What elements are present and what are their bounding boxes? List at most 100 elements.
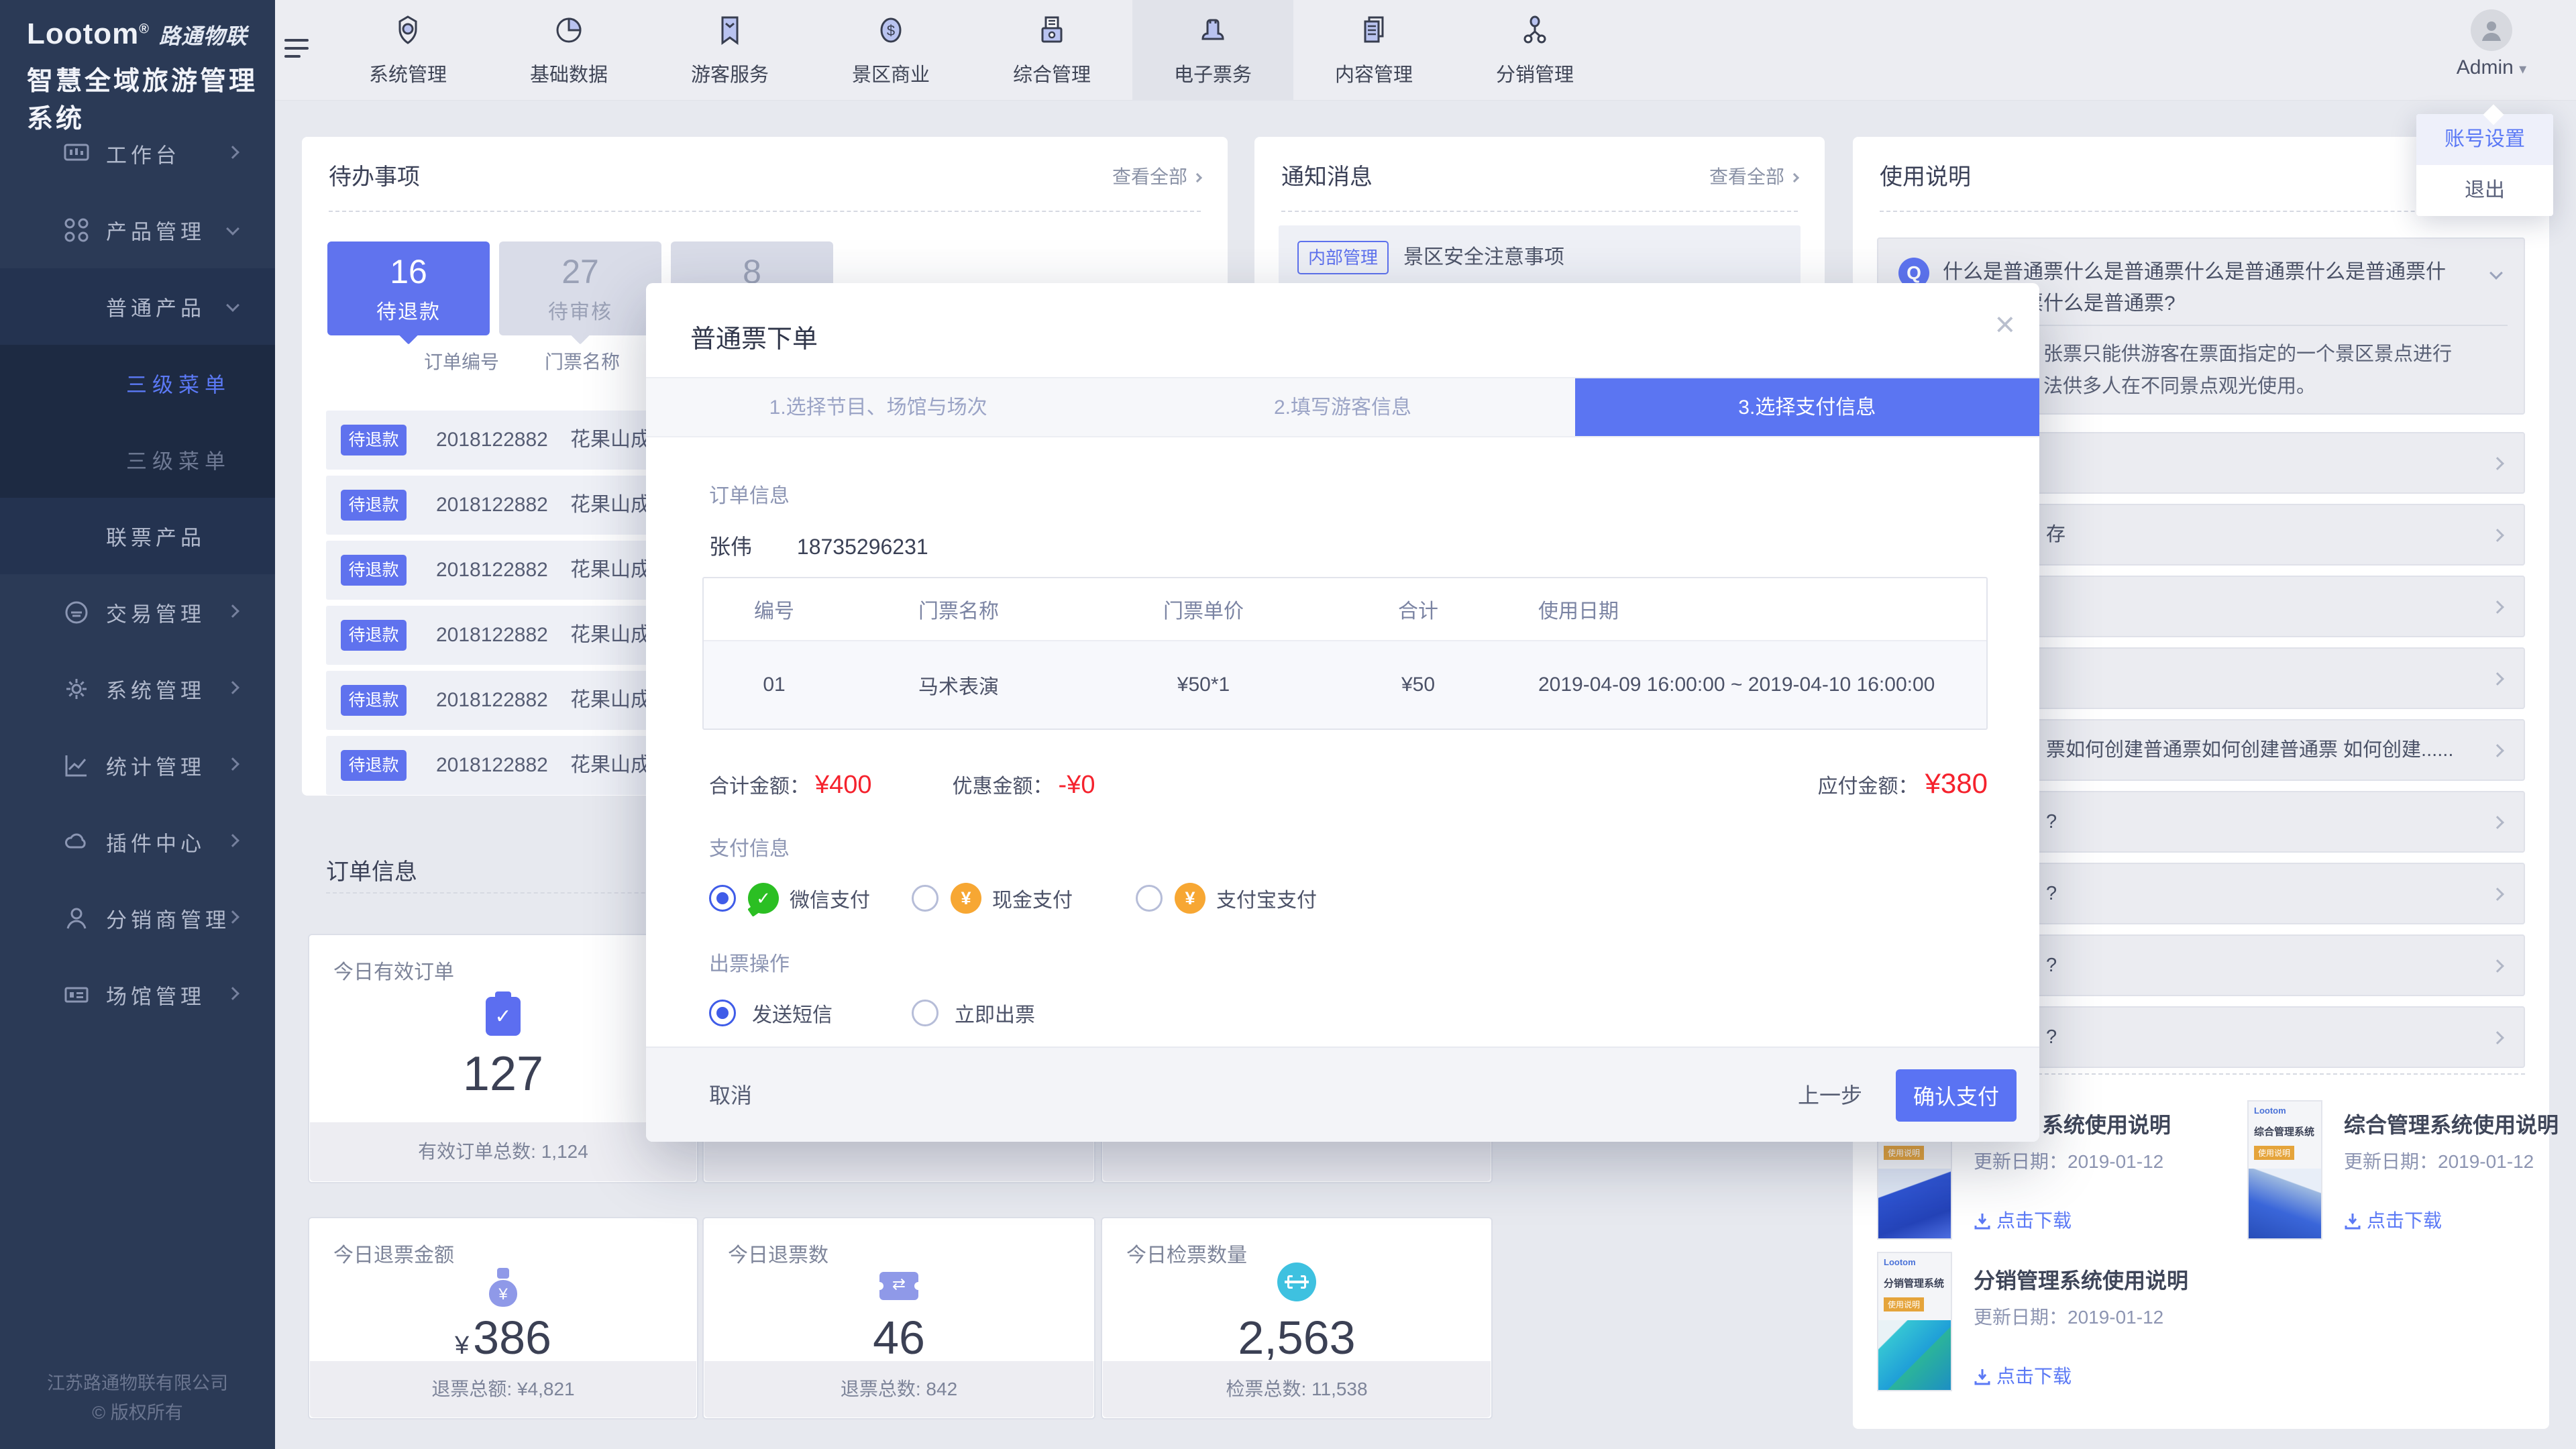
contact-name: 张伟 <box>709 535 752 559</box>
top-nav-visitor-service[interactable]: 游客服务 <box>649 0 810 101</box>
top-nav: 系统管理 基础数据 游客服务 $ 景区商业 综合管理 电子票务 <box>327 0 1615 101</box>
sidebar-item-combo-product[interactable]: 联票产品 <box>0 498 275 574</box>
download-link[interactable]: 点击下载 <box>1974 1362 2072 1389</box>
stat-title: 今日有效订单 <box>333 955 454 985</box>
step-2[interactable]: 2.填写游客信息 <box>1110 378 1574 436</box>
sidebar-item-label: 插件中心 <box>106 827 205 857</box>
manual-cover-thumbnail: Lootom 综合管理系统 使用说明 <box>2247 1100 2322 1240</box>
table-header-row: 编号 门票名称 门票单价 合计 使用日期 <box>704 578 1986 641</box>
top-nav-base-data[interactable]: 基础数据 <box>488 0 649 101</box>
sidebar-item-label: 联票产品 <box>106 521 205 551</box>
coin-circle-icon <box>63 599 90 626</box>
topbar: 系统管理 基础数据 游客服务 $ 景区商业 综合管理 电子票务 <box>275 0 2576 101</box>
chevron-down-icon <box>2489 266 2503 280</box>
chevron-right-icon <box>1193 173 1202 182</box>
top-nav-distribution[interactable]: 分销管理 <box>1454 0 1615 101</box>
chevron-right-icon <box>226 604 239 618</box>
radio-unselected[interactable] <box>1136 885 1163 912</box>
stat-card-check-count: 今日检票数量 2,563 检票总数: 11,538 <box>1101 1217 1493 1419</box>
todo-view-all[interactable]: 查看全部 <box>1112 162 1201 189</box>
chevron-right-icon <box>2491 529 2504 542</box>
order-modal: 普通票下单 × 1.选择节目、场馆与场次 2.填写游客信息 3.选择支付信息 订… <box>646 283 2039 1142</box>
tab-label: 待退款 <box>327 295 490 325</box>
cell-total: ¥50 <box>1334 674 1502 696</box>
cover-illustration <box>1878 1320 1951 1390</box>
step-3-active[interactable]: 3.选择支付信息 <box>1575 378 2039 436</box>
todo-tab-review[interactable]: 27 待审核 <box>499 241 661 335</box>
cancel-button[interactable]: 取消 <box>709 1048 752 1143</box>
menu-item-logout[interactable]: 退出 <box>2416 165 2553 216</box>
notice-text: 景区安全注意事项 <box>1403 225 1564 290</box>
admin-account[interactable]: Admin ▾ <box>2445 0 2538 101</box>
notice-view-all[interactable]: 查看全部 <box>1709 162 1798 189</box>
pay-option-alipay[interactable]: ¥ 支付宝支付 <box>1136 883 1317 914</box>
sidebar-item-level3-active[interactable]: 三级菜单 <box>0 345 275 421</box>
radio-selected[interactable] <box>709 1000 736 1026</box>
pay-option-label: 现金支付 <box>992 883 1073 913</box>
label-payable: 应付金额： <box>1818 769 1919 799</box>
sidebar-item-venues[interactable]: 场馆管理 <box>0 957 275 1033</box>
view-all-label: 查看全部 <box>1709 166 1784 187</box>
sidebar-item-products[interactable]: 产品管理 <box>0 192 275 268</box>
collapse-menu-icon[interactable] <box>284 39 309 62</box>
radio-unselected[interactable] <box>912 885 938 912</box>
chevron-down-icon <box>226 222 239 235</box>
sidebar-item-level3[interactable]: 三级菜单 <box>0 421 275 498</box>
prev-step-button[interactable]: 上一步 <box>1798 1048 1862 1143</box>
notice-tag: 内部管理 <box>1297 241 1389 274</box>
top-nav-system[interactable]: 系统管理 <box>327 0 488 101</box>
radio-selected[interactable] <box>709 885 736 912</box>
sidebar-item-workbench[interactable]: 工作台 <box>0 115 275 192</box>
monitor-icon <box>63 140 90 167</box>
radio-unselected[interactable] <box>912 1000 938 1026</box>
issue-options: 发送短信 立即出票 <box>646 998 2039 1032</box>
issue-option-sms[interactable]: 发送短信 <box>709 998 833 1028</box>
chevron-right-icon <box>226 146 239 159</box>
sidebar-item-plugins[interactable]: 插件中心 <box>0 804 275 880</box>
stat-footer: 检票总数: 11,538 <box>1103 1361 1491 1417</box>
person-icon <box>63 905 90 932</box>
top-nav-eticketing[interactable]: 电子票务 <box>1132 0 1293 101</box>
todo-tab-refund[interactable]: 16 待退款 <box>327 241 490 335</box>
download-link[interactable]: 点击下载 <box>1974 1206 2072 1233</box>
top-nav-label: 综合管理 <box>971 59 1132 87</box>
sidebar-item-stats[interactable]: 统计管理 <box>0 727 275 804</box>
sidebar-item-label: 普通产品 <box>106 292 205 322</box>
sidebar-item-distributors[interactable]: 分销商管理 <box>0 880 275 957</box>
top-nav-label: 基础数据 <box>488 59 649 87</box>
download-label: 点击下载 <box>2367 1210 2442 1231</box>
cell-name: 马术表演 <box>845 670 1073 700</box>
issue-option-immediate[interactable]: 立即出票 <box>912 998 1035 1028</box>
pie-chart-icon <box>553 15 584 46</box>
sidebar-item-trade[interactable]: 交易管理 <box>0 574 275 651</box>
stat-value: 2,563 <box>1102 1311 1491 1364</box>
stat-footer: 退票总数: 842 <box>704 1361 1093 1417</box>
pay-option-cash[interactable]: ¥ 现金支付 <box>912 883 1073 914</box>
notice-item[interactable]: 内部管理 景区安全注意事项 <box>1279 225 1801 290</box>
contact-phone: 18735296231 <box>797 535 928 559</box>
download-icon <box>2344 1212 2361 1230</box>
top-nav-content[interactable]: 内容管理 <box>1293 0 1454 101</box>
top-nav-commerce[interactable]: $ 景区商业 <box>810 0 971 101</box>
caret-down-icon: ▾ <box>2519 60 2526 77</box>
order-no: 2018122882 <box>436 606 548 665</box>
close-icon[interactable]: × <box>1995 307 2015 342</box>
sidebar-item-normal-product[interactable]: 普通产品 <box>0 268 275 345</box>
top-nav-comprehensive[interactable]: 综合管理 <box>971 0 1132 101</box>
col-no: 编号 <box>704 594 845 624</box>
avatar <box>2471 9 2512 51</box>
sidebar-item-label: 三级菜单 <box>126 368 231 398</box>
sidebar-item-system[interactable]: 系统管理 <box>0 651 275 727</box>
chevron-right-icon <box>2491 600 2504 614</box>
step-1[interactable]: 1.选择节目、场馆与场次 <box>646 378 1110 436</box>
pay-option-wechat[interactable]: ✓ 微信支付 <box>709 883 870 914</box>
currency-symbol: ¥ <box>455 1332 469 1360</box>
confirm-pay-button[interactable]: 确认支付 <box>1896 1069 2017 1122</box>
status-badge: 待退款 <box>341 685 407 716</box>
download-link[interactable]: 点击下载 <box>2344 1206 2442 1233</box>
menu-item-account-settings[interactable]: 账号设置 <box>2416 114 2553 165</box>
help-title: 使用说明 <box>1880 158 1971 191</box>
pay-option-label: 微信支付 <box>790 883 870 913</box>
chevron-right-icon <box>226 987 239 1000</box>
cover-tag: 使用说明 <box>2254 1146 2294 1160</box>
